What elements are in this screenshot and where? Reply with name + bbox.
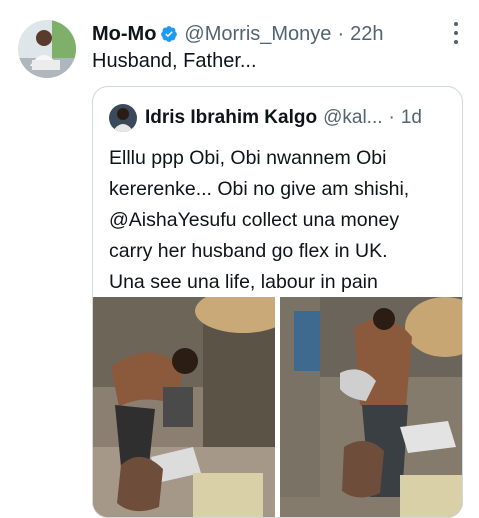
- quoted-tweet-timestamp: 1d: [400, 107, 422, 128]
- photo-1[interactable]: [93, 297, 275, 517]
- more-options-icon[interactable]: [449, 22, 463, 44]
- quoted-text-line: kererenke... Obi no give am shishi,: [109, 178, 410, 200]
- quoted-text-line: carry her husband go flex in UK.: [109, 240, 388, 262]
- photo-2[interactable]: [280, 297, 462, 517]
- quoted-text-line: Elllu ppp Obi, Obi nwannem Obi: [109, 147, 387, 169]
- separator-dot: ·: [388, 107, 395, 128]
- tweet-header: Mo-Mo @Morris_Monye · 22h: [92, 20, 465, 48]
- separator-dot: ·: [337, 22, 345, 45]
- quoted-tweet[interactable]: Idris Ibrahim Kalgo @kal... · 1d Elllu p…: [92, 86, 463, 518]
- verified-badge-icon: [160, 25, 178, 43]
- author-handle[interactable]: @Morris_Monye: [184, 23, 331, 46]
- quoted-text-line: Una see una life, labour in pain: [109, 271, 378, 293]
- quoted-author-handle: @kal...: [323, 107, 383, 128]
- quoted-tweet-media[interactable]: [93, 297, 462, 517]
- quoted-tweet-header: Idris Ibrahim Kalgo @kal... · 1d: [109, 103, 450, 133]
- quoted-author-name: Idris Ibrahim Kalgo: [145, 107, 318, 128]
- author-avatar[interactable]: [18, 20, 76, 78]
- tweet-text: Husband, Father...: [92, 50, 257, 72]
- quoted-text-line: @AishaYesufu collect una money: [109, 209, 400, 231]
- quoted-tweet-text: Elllu ppp Obi, Obi nwannem Obi kererenke…: [109, 143, 454, 298]
- author-name[interactable]: Mo-Mo: [92, 23, 156, 46]
- tweet: Mo-Mo @Morris_Monye · 22h Husband, Fathe…: [0, 0, 479, 518]
- quoted-author-avatar: [109, 104, 137, 132]
- tweet-timestamp[interactable]: 22h: [350, 23, 383, 46]
